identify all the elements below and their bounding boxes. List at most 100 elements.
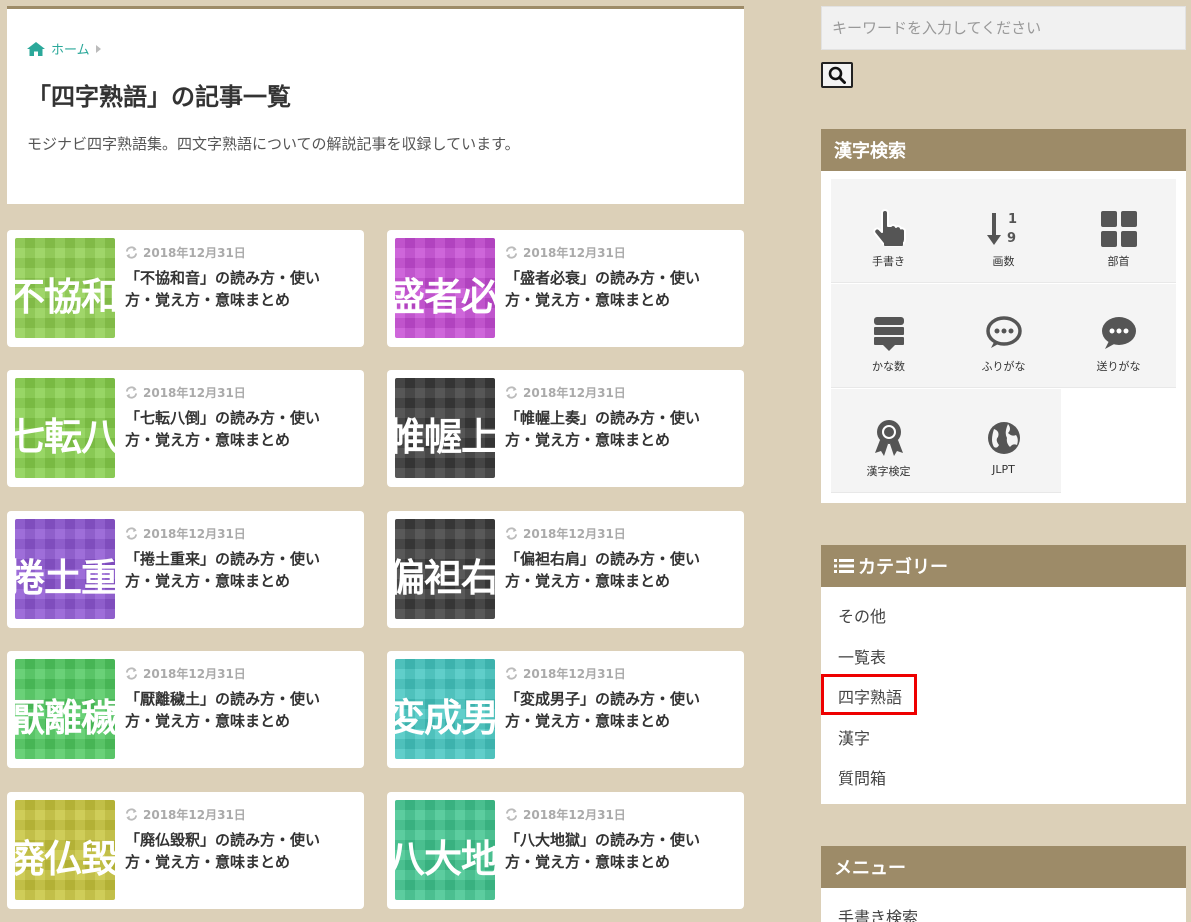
article-thumbnail[interactable]: 変成男子 (395, 659, 495, 759)
article-date-text: 2018年12月31日 (523, 386, 626, 400)
refresh-icon (505, 808, 518, 821)
article-card[interactable]: 変成男子 2018年12月31日「変成男子」の読み方・使い方・覚え方・意味まとめ (387, 651, 744, 768)
refresh-icon (505, 527, 518, 540)
thumbnail-text: 八大地獄 (395, 837, 495, 881)
breadcrumb: ホーム (27, 39, 101, 58)
kanji-search-label: 手書き (872, 255, 905, 268)
speech-bubble-icon (1101, 317, 1136, 349)
article-title[interactable]: 「偏袒右肩」の読み方・使い方・覚え方・意味まとめ (505, 548, 725, 592)
kanji-search-furigana[interactable]: ふりがな (946, 284, 1061, 388)
article-title[interactable]: 「帷幄上奏」の読み方・使い方・覚え方・意味まとめ (505, 407, 725, 451)
article-thumbnail[interactable]: 捲土重来 (15, 519, 115, 619)
thumbnail-text: 捲土重来 (15, 556, 115, 600)
article-title[interactable]: 「七転八倒」の読み方・使い方・覚え方・意味まとめ (125, 407, 345, 451)
refresh-icon (505, 246, 518, 259)
article-date-text: 2018年12月31日 (143, 808, 246, 822)
kanji-search-kentei[interactable]: 漢字検定 (831, 389, 946, 493)
article-card[interactable]: 偏袒右肩 2018年12月31日「偏袒右肩」の読み方・使い方・覚え方・意味まとめ (387, 511, 744, 628)
article-thumbnail[interactable]: 偏袒右肩 (395, 519, 495, 619)
speech-bubble-outline-icon (985, 316, 1022, 348)
article-card[interactable]: 八大地獄 2018年12月31日「八大地獄」の読み方・使い方・覚え方・意味まとめ (387, 792, 744, 909)
home-icon[interactable] (27, 41, 45, 56)
article-card[interactable]: 盛者必衰 2018年12月31日「盛者必衰」の読み方・使い方・覚え方・意味まとめ (387, 230, 744, 347)
article-thumbnail[interactable]: 厭離穢土 (15, 659, 115, 759)
kanji-search-radical[interactable]: 部首 (1061, 179, 1176, 283)
thumbnail-text: 不協和音 (15, 275, 115, 319)
article-date-text: 2018年12月31日 (523, 667, 626, 681)
article-date-text: 2018年12月31日 (523, 527, 626, 541)
article-card[interactable]: 廃仏毀釈 2018年12月31日「廃仏毀釈」の読み方・使い方・覚え方・意味まとめ (7, 792, 364, 909)
category-item-kanji[interactable]: 漢字 (838, 725, 870, 749)
category-item-other[interactable]: その他 (838, 603, 886, 627)
kanji-search-stroke-count[interactable]: 1 9 画数 (946, 179, 1061, 283)
article-thumbnail[interactable]: 帷幄上奏 (395, 378, 495, 478)
list-ul-icon (834, 559, 854, 573)
kanji-search-handwriting[interactable]: 手書き (831, 179, 946, 283)
category-heading-text: カテゴリー (858, 557, 948, 578)
kanji-search-label: 画数 (992, 255, 1015, 268)
article-date: 2018年12月31日 (505, 665, 626, 682)
article-title[interactable]: 「盛者必衰」の読み方・使い方・覚え方・意味まとめ (505, 267, 725, 311)
menu-widget: 手書き検索 (821, 888, 1186, 922)
thumbnail-text: 変成男子 (395, 696, 495, 740)
kanji-search-okurigana[interactable]: 送りがな (1061, 284, 1176, 388)
menu-item-handwriting-search[interactable]: 手書き検索 (838, 904, 918, 922)
article-thumbnail[interactable]: 廃仏毀釈 (15, 800, 115, 900)
page-description: モジナビ四字熟語集。四文字熟語についての解説記事を収録しています。 (27, 135, 520, 153)
search-button[interactable] (821, 62, 853, 88)
article-card[interactable]: 捲土重来 2018年12月31日「捲土重来」の読み方・使い方・覚え方・意味まとめ (7, 511, 364, 628)
search-icon (828, 66, 846, 84)
article-card[interactable]: 七転八倒 2018年12月31日「七転八倒」の読み方・使い方・覚え方・意味まとめ (7, 370, 364, 487)
article-date: 2018年12月31日 (125, 806, 246, 823)
article-title[interactable]: 「厭離穢土」の読み方・使い方・覚え方・意味まとめ (125, 688, 345, 732)
svg-text:1: 1 (1008, 212, 1017, 227)
refresh-icon (505, 386, 518, 399)
article-date: 2018年12月31日 (505, 806, 626, 823)
thumbnail-text: 偏袒右肩 (395, 556, 495, 600)
chevron-right-icon (95, 44, 101, 53)
article-card[interactable]: 不協和音 2018年12月31日「不協和音」の読み方・使い方・覚え方・意味まとめ (7, 230, 364, 347)
article-title[interactable]: 「変成男子」の読み方・使い方・覚え方・意味まとめ (505, 688, 725, 732)
article-date: 2018年12月31日 (505, 244, 626, 261)
kanji-search-jlpt[interactable]: JLPT (946, 389, 1061, 493)
kanji-search-label: かな数 (872, 360, 905, 373)
thumbnail-text: 盛者必衰 (395, 275, 495, 319)
article-title[interactable]: 「廃仏毀釈」の読み方・使い方・覚え方・意味まとめ (125, 829, 345, 873)
breadcrumb-home-link[interactable]: ホーム (51, 39, 90, 58)
kanji-search-label: JLPT (992, 463, 1015, 476)
thumbnail-text: 七転八倒 (15, 415, 115, 459)
article-card[interactable]: 帷幄上奏 2018年12月31日「帷幄上奏」の読み方・使い方・覚え方・意味まとめ (387, 370, 744, 487)
thumbnail-text: 廃仏毀釈 (15, 837, 115, 881)
article-thumbnail[interactable]: 七転八倒 (15, 378, 115, 478)
article-title[interactable]: 「捲土重来」の読み方・使い方・覚え方・意味まとめ (125, 548, 345, 592)
thumbnail-text: 厭離穢土 (15, 696, 115, 740)
selection-highlight (821, 674, 917, 715)
search-input[interactable] (821, 6, 1186, 50)
article-date-text: 2018年12月31日 (523, 808, 626, 822)
menu-heading-text: メニュー (834, 858, 906, 879)
kanji-search-kana-count[interactable]: かな数 (831, 284, 946, 388)
article-title[interactable]: 「不協和音」の読み方・使い方・覚え方・意味まとめ (125, 267, 345, 311)
article-thumbnail[interactable]: 八大地獄 (395, 800, 495, 900)
article-date: 2018年12月31日 (125, 244, 246, 261)
refresh-icon (125, 808, 138, 821)
kanji-search-label: 部首 (1107, 255, 1130, 268)
article-date-text: 2018年12月31日 (523, 246, 626, 260)
sort-numeric-icon: 1 9 (986, 212, 1017, 246)
refresh-icon (505, 667, 518, 680)
article-title[interactable]: 「八大地獄」の読み方・使い方・覚え方・意味まとめ (505, 829, 725, 873)
article-card[interactable]: 厭離穢土 2018年12月31日「厭離穢土」の読み方・使い方・覚え方・意味まとめ (7, 651, 364, 768)
article-date-text: 2018年12月31日 (143, 527, 246, 541)
refresh-icon (125, 246, 138, 259)
svg-text:9: 9 (1007, 231, 1016, 246)
kanji-search-label: 漢字検定 (866, 465, 911, 478)
article-thumbnail[interactable]: 不協和音 (15, 238, 115, 338)
article-thumbnail[interactable]: 盛者必衰 (395, 238, 495, 338)
kanji-search-heading: 漢字検索 (821, 129, 1186, 171)
article-date-text: 2018年12月31日 (143, 667, 246, 681)
article-date-text: 2018年12月31日 (143, 246, 246, 260)
kanji-search-heading-text: 漢字検索 (834, 141, 906, 162)
article-date: 2018年12月31日 (505, 525, 626, 542)
category-item-questions[interactable]: 質問箱 (838, 765, 886, 789)
category-item-list[interactable]: 一覧表 (838, 644, 886, 668)
